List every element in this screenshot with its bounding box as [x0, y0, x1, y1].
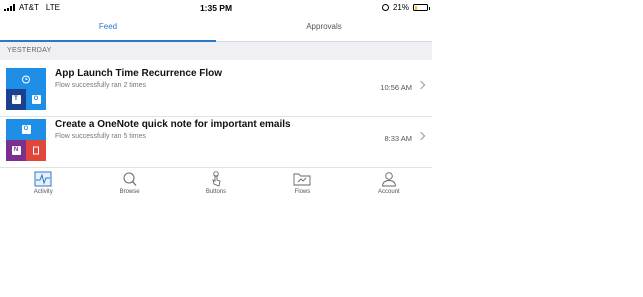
- flow-title: Create a OneNote quick note for importan…: [55, 119, 291, 130]
- battery-icon: [413, 4, 430, 11]
- nav-label: Flows: [294, 189, 311, 195]
- list-item[interactable]: O N Create a OneNote quick note for impo…: [0, 116, 432, 168]
- chevron-right-icon: [416, 80, 426, 90]
- chevron-right-icon: [416, 131, 426, 141]
- flow-time: 10:56 AM: [380, 83, 412, 92]
- nav-buttons[interactable]: Buttons: [173, 168, 259, 202]
- nav-activity[interactable]: Activity: [0, 168, 86, 202]
- flow-icon-tile: O N: [6, 119, 46, 161]
- search-icon: [123, 172, 137, 186]
- flow-subtitle: Flow successfully ran 2 times: [55, 82, 147, 89]
- activity-icon: [34, 171, 52, 187]
- nav-label: Buttons: [205, 189, 227, 195]
- nav-label: Account: [377, 189, 400, 195]
- nav-account[interactable]: Account: [346, 168, 432, 202]
- nav-browse[interactable]: Browse: [86, 168, 172, 202]
- tab-bar: Feed Approvals: [0, 16, 432, 42]
- nav-label: Activity: [33, 189, 53, 195]
- touch-icon: [212, 171, 221, 187]
- outlook-icon: O: [26, 89, 46, 110]
- office-icon: [26, 140, 46, 161]
- flow-subtitle: Flow successfully ran 5 times: [55, 133, 147, 140]
- status-time: 1:35 PM: [199, 3, 233, 13]
- battery-percent: 21%: [392, 3, 409, 12]
- section-header: YESTERDAY: [0, 42, 432, 60]
- flow-time: 8:33 AM: [384, 134, 412, 143]
- outlook-icon: O: [6, 119, 46, 140]
- tab-feed[interactable]: Feed: [0, 16, 216, 42]
- flow-icon-tile: T O: [6, 68, 46, 110]
- phone-screen: AT&T LTE 1:35 PM 21% Feed Approvals YEST…: [0, 0, 432, 297]
- folder-flow-icon: [293, 173, 311, 186]
- alarm-icon: [381, 4, 389, 11]
- person-icon: [381, 172, 396, 187]
- tab-approvals[interactable]: Approvals: [216, 16, 432, 41]
- nav-flows[interactable]: Flows: [259, 168, 345, 202]
- bottom-nav: Activity Browse Buttons Flows Account: [0, 168, 432, 202]
- onenote-icon: N: [6, 140, 26, 161]
- alarm-clock-icon: [6, 68, 46, 89]
- status-right: 21%: [381, 3, 430, 12]
- nav-label: Browse: [119, 189, 140, 195]
- list-item[interactable]: T O App Launch Time Recurrence Flow Flow…: [0, 65, 432, 117]
- status-bar: AT&T LTE 1:35 PM 21%: [0, 0, 432, 16]
- teams-icon: T: [6, 89, 26, 110]
- flow-title: App Launch Time Recurrence Flow: [55, 68, 223, 79]
